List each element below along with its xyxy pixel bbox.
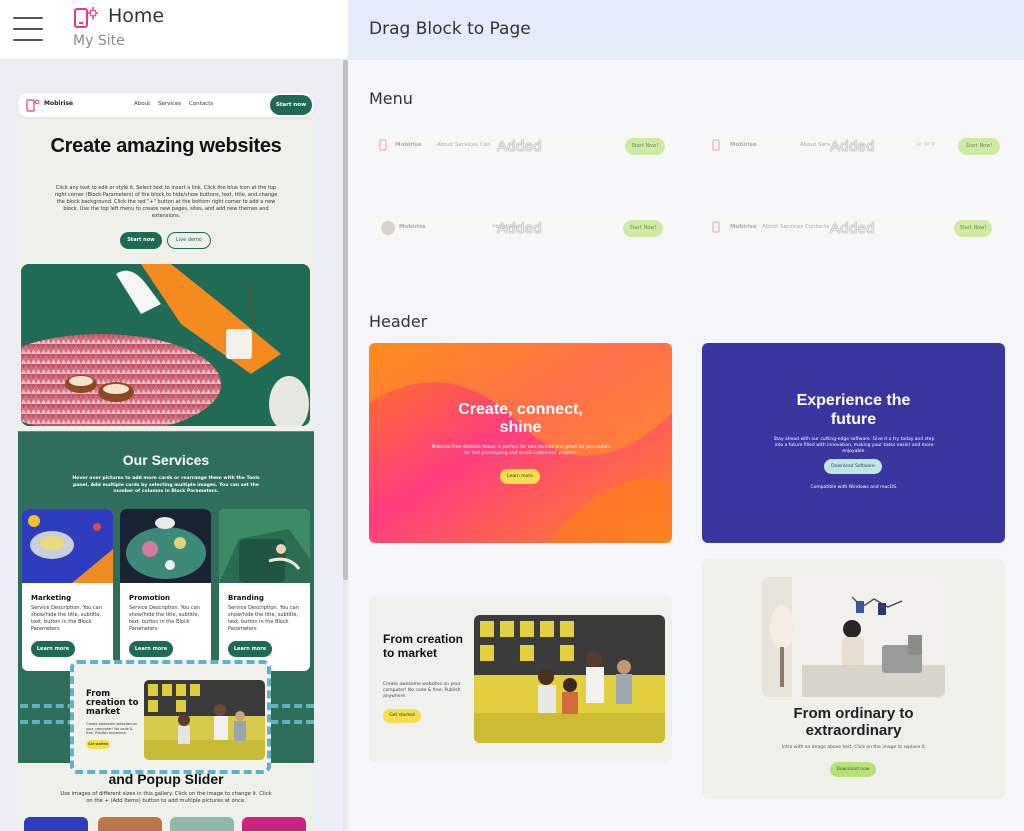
preview-menu-brand[interactable]: Mobirise xyxy=(44,100,73,107)
preview-services-text[interactable]: Hover over pictures to add more cards or… xyxy=(70,476,262,496)
header-card-text: Create awesome websites on your computer… xyxy=(383,682,461,699)
section-label-menu: Menu xyxy=(369,89,413,108)
menu-block-thumbnail[interactable]: Mobirise Ho ntacts Start Now! Added xyxy=(369,214,671,242)
header-block-thumbnail[interactable]: From creation to market Create awesome w… xyxy=(369,596,672,762)
menu-thumb-brand: Mobirise xyxy=(399,224,426,230)
page-title[interactable]: Home xyxy=(108,5,164,27)
mobirise-logo-icon xyxy=(26,99,40,112)
hero-illustration xyxy=(21,264,310,426)
preview-gallery-text[interactable]: Use images of different sizes in this ga… xyxy=(58,791,274,805)
preview-start-now-button[interactable]: Start now xyxy=(120,232,162,249)
preview-hero-title[interactable]: Create amazing websites xyxy=(18,136,314,157)
service-card-learn-more-button[interactable]: Learn more xyxy=(31,641,75,657)
service-card-learn-more-button[interactable]: Learn more xyxy=(129,641,173,657)
app-header: Home My Site xyxy=(0,0,348,60)
header-card-button: Get started xyxy=(383,709,421,723)
header-card-text: Mobirise Free Website Maker is perfect f… xyxy=(431,445,611,456)
preview-menu-link-services[interactable]: Services xyxy=(158,101,181,107)
menu-thumb-links: About Services Contacts xyxy=(762,224,830,230)
preview-live-demo-button[interactable]: Live demo xyxy=(167,232,211,249)
dragged-block-image xyxy=(144,680,265,760)
menu-thumb-cta: Start Now! xyxy=(958,138,1000,155)
preview-scroll-thumb[interactable] xyxy=(343,60,348,580)
menu-thumb-cta: Start Now! xyxy=(623,220,663,237)
header-card-button: Download now xyxy=(830,762,876,777)
service-image-marketing xyxy=(22,509,113,583)
header-card-button: Learn more xyxy=(500,469,540,484)
header-card-title: Experience the future xyxy=(796,392,911,428)
added-label: Added xyxy=(497,138,542,155)
added-label: Added xyxy=(830,138,875,155)
preview-hero-text[interactable]: Click any text to edit or style it. Sele… xyxy=(52,185,280,220)
preview-service-card[interactable]: Promotion Service Description. You can s… xyxy=(120,509,211,671)
menu-thumb-cta: Start Now! xyxy=(954,220,992,237)
header-card-title: From creation to market xyxy=(383,632,464,660)
menu-block-thumbnail[interactable]: Mobirise About Services Con Start Now! A… xyxy=(369,132,671,160)
service-card-title[interactable]: Marketing xyxy=(31,594,71,602)
gallery-thumbnail[interactable] xyxy=(170,817,234,831)
dragged-block-button: Get started xyxy=(86,740,110,749)
dragged-block-text: Create awesome websites on your computer… xyxy=(86,722,138,735)
preview-menu-links: About Services Contacts xyxy=(134,101,219,107)
header-block-thumbnail[interactable]: Create, connect, shine Mobirise Free Web… xyxy=(369,343,672,543)
header-card-image xyxy=(474,615,665,743)
gallery-thumbnail[interactable] xyxy=(24,817,88,831)
service-card-title[interactable]: Branding xyxy=(228,594,264,602)
header-card-button: Download Software xyxy=(824,459,882,474)
menu-logo-icon xyxy=(379,139,387,151)
menu-thumb-brand: Mobirise xyxy=(730,142,757,148)
gallery-thumbnail[interactable] xyxy=(98,817,162,831)
preview-menu-link-about[interactable]: About xyxy=(134,101,150,107)
menu-thumb-links: About Serv xyxy=(800,142,831,148)
dragged-block-title: From creation to market xyxy=(86,689,139,717)
header-card-note: Compatible with Windows and macOS. xyxy=(810,485,898,490)
header-gradient-bg xyxy=(369,343,672,543)
preview-service-card[interactable]: Marketing Service Description. You can s… xyxy=(22,509,113,671)
menu-thumb-brand: Mobirise xyxy=(395,142,422,148)
library-title: Drag Block to Page xyxy=(369,19,531,39)
section-label-header: Header xyxy=(369,312,428,331)
added-label: Added xyxy=(830,220,875,237)
service-card-text[interactable]: Service Description. You can show/hide t… xyxy=(129,605,205,633)
menu-block-thumbnail[interactable]: Mobirise About Serv ☏ ✉ ⚲ Start Now! Add… xyxy=(702,132,1004,160)
header-card-image xyxy=(762,577,945,697)
preview-menu-cta-button[interactable]: Start now xyxy=(270,95,312,115)
gallery-thumbnail[interactable] xyxy=(242,817,306,831)
service-card-text[interactable]: Service Description. You can show/hide t… xyxy=(228,605,304,633)
header-block-thumbnail[interactable]: From ordinary to extraordinary Intro wit… xyxy=(702,559,1005,799)
preview-menu-block[interactable]: Mobirise About Services Contacts Start n… xyxy=(18,93,314,117)
app-root: Home My Site Mobirise About Services Con… xyxy=(0,0,1024,831)
service-card-title[interactable]: Promotion xyxy=(129,594,170,602)
hamburger-menu-icon[interactable] xyxy=(13,17,43,41)
added-label: Added xyxy=(497,220,542,237)
service-card-learn-more-button[interactable]: Learn more xyxy=(228,641,272,657)
preview-hero-image[interactable] xyxy=(21,264,310,426)
site-name[interactable]: My Site xyxy=(73,33,125,49)
header-card-text: Stay ahead with our cutting-edge softwar… xyxy=(773,437,935,454)
menu-thumb-links: About Services Con xyxy=(437,142,491,148)
library-header: Drag Block to Page xyxy=(348,0,1024,60)
header-card-text: Intro with an image above text. Click on… xyxy=(781,745,927,750)
menu-thumb-cta: Start Now! xyxy=(625,138,665,155)
service-image-branding xyxy=(219,509,310,583)
menu-logo-icon xyxy=(712,221,720,233)
service-card-text[interactable]: Service Description. You can show/hide t… xyxy=(31,605,107,633)
service-image-promotion xyxy=(120,509,211,583)
header-card-title: From ordinary to extraordinary xyxy=(793,705,914,739)
preview-scrollbar[interactable] xyxy=(343,60,348,831)
dragged-header-block[interactable]: From creation to market Create awesome w… xyxy=(70,660,271,774)
menu-thumb-brand: Mobirise xyxy=(730,224,757,230)
menu-block-thumbnail[interactable]: Mobirise About Services Contacts Start N… xyxy=(702,214,1004,242)
preview-menu-link-contacts[interactable]: Contacts xyxy=(189,101,213,107)
menu-logo-icon xyxy=(712,139,720,151)
page-icon xyxy=(74,7,98,28)
header-card-title: Create, connect, shine xyxy=(458,401,583,436)
header-block-thumbnail[interactable]: Experience the future Stay ahead with ou… xyxy=(702,343,1005,543)
menu-thumb-contact-icons: ☏ ✉ ⚲ xyxy=(916,142,936,148)
preview-services-title[interactable]: Our Services xyxy=(18,452,314,468)
preview-service-card[interactable]: Branding Service Description. You can sh… xyxy=(219,509,310,671)
menu-avatar-icon xyxy=(381,221,395,235)
